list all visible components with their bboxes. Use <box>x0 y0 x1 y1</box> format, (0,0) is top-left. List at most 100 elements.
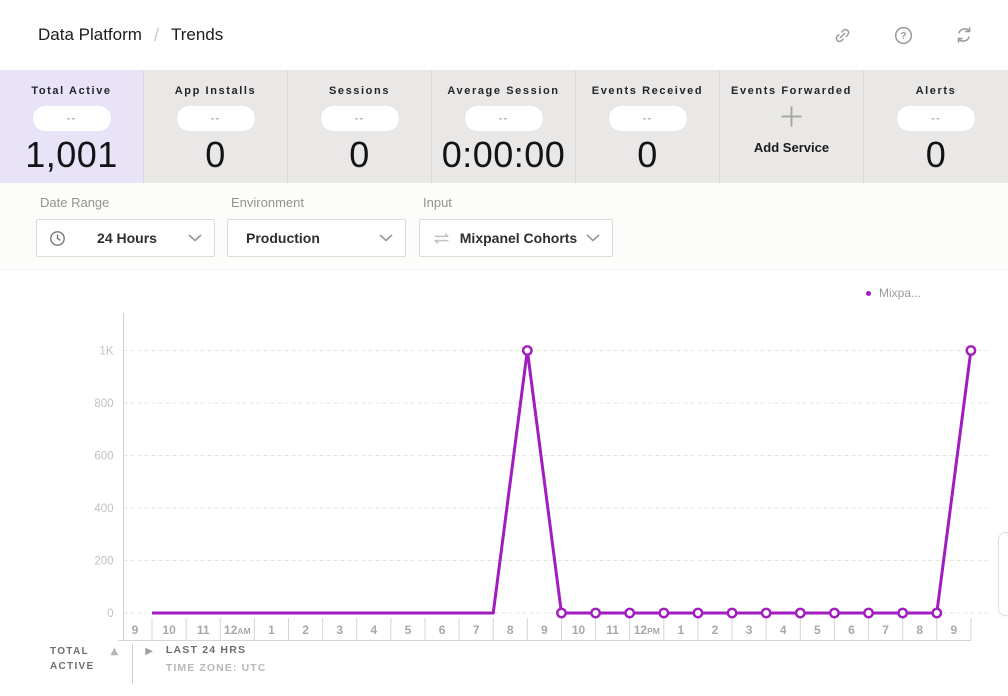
page-header: Data Platform / Trends ? <box>0 0 1008 70</box>
stat-label: Alerts <box>864 85 1008 97</box>
stat-delta-pill: -- <box>465 106 543 131</box>
date-range-dropdown[interactable]: 24 Hours <box>36 219 215 257</box>
svg-text:1: 1 <box>268 623 275 637</box>
help-icon[interactable]: ? <box>893 25 913 45</box>
chevron-down-icon <box>379 234 393 242</box>
svg-text:9: 9 <box>541 623 548 637</box>
filter-label: Environment <box>231 195 406 210</box>
stats-row: Total Active -- 1,001 App Installs -- 0 … <box>0 70 1008 183</box>
environment-dropdown[interactable]: Production <box>227 219 406 257</box>
share-link-icon[interactable] <box>832 25 852 45</box>
svg-text:1K: 1K <box>99 346 113 358</box>
header-actions: ? <box>832 25 974 45</box>
filter-input: Input Mixpanel Cohorts <box>419 195 613 257</box>
filter-label: Input <box>423 195 613 210</box>
breadcrumb-page: Trends <box>171 25 223 45</box>
stat-delta-pill: -- <box>177 106 255 131</box>
filter-date-range: Date Range 24 Hours <box>36 195 215 257</box>
stat-value: 0 <box>144 134 287 176</box>
svg-text:11: 11 <box>197 623 210 637</box>
svg-text:12AM: 12AM <box>224 623 251 637</box>
svg-text:2: 2 <box>712 623 719 637</box>
stat-value: 0 <box>576 134 719 176</box>
metric-name: TOTAL ACTIVE <box>50 644 94 674</box>
range-info: LAST 24 HRS TIME ZONE: UTC <box>166 644 267 674</box>
refresh-icon[interactable] <box>954 25 974 45</box>
stat-label: App Installs <box>144 85 287 97</box>
svg-text:600: 600 <box>94 451 113 463</box>
svg-text:6: 6 <box>439 623 446 637</box>
svg-text:5: 5 <box>405 623 412 637</box>
footer-divider <box>132 644 133 684</box>
stat-card-app-installs[interactable]: App Installs -- 0 <box>144 70 288 183</box>
filter-label: Date Range <box>40 195 215 210</box>
breadcrumb-separator: / <box>154 25 159 46</box>
svg-text:7: 7 <box>473 623 480 637</box>
svg-text:800: 800 <box>94 398 113 410</box>
stat-card-sessions[interactable]: Sessions -- 0 <box>288 70 432 183</box>
cut-off-side-panel <box>998 532 1008 616</box>
stat-value: 0 <box>864 134 1008 176</box>
svg-text:7: 7 <box>882 623 889 637</box>
svg-text:3: 3 <box>336 623 343 637</box>
svg-text:5: 5 <box>814 623 821 637</box>
stat-label: Sessions <box>288 85 431 97</box>
svg-text:8: 8 <box>507 623 514 637</box>
input-dropdown[interactable]: Mixpanel Cohorts <box>419 219 613 257</box>
svg-text:2: 2 <box>302 623 309 637</box>
stat-label: Events Received <box>576 85 719 97</box>
svg-text:0: 0 <box>107 608 113 620</box>
range-label: LAST 24 HRS <box>166 644 267 656</box>
stat-label: Events Forwarded <box>720 85 863 97</box>
date-range-value: 24 Hours <box>66 230 188 246</box>
svg-text:4: 4 <box>780 623 787 637</box>
sort-ascending-icon[interactable]: ▲ <box>110 646 118 657</box>
svg-text:200: 200 <box>94 556 113 568</box>
stat-value: 1,001 <box>0 134 143 176</box>
stat-delta-pill: -- <box>321 106 399 131</box>
stat-label: Total Active <box>0 85 143 97</box>
svg-text:12PM: 12PM <box>634 623 660 637</box>
app-root: Data Platform / Trends ? <box>0 0 1008 696</box>
svg-text:8: 8 <box>916 623 923 637</box>
chevron-down-icon <box>188 234 202 242</box>
chart-footer: TOTAL ACTIVE ▲ ▶ LAST 24 HRS TIME ZONE: … <box>50 644 266 684</box>
svg-text:400: 400 <box>94 503 113 515</box>
svg-text:1: 1 <box>678 623 685 637</box>
expand-row-icon[interactable]: ▶ <box>145 646 153 657</box>
stat-value: 0:00:00 <box>432 134 575 176</box>
stat-card-total-active[interactable]: Total Active -- 1,001 <box>0 70 144 183</box>
chevron-down-icon <box>586 234 600 242</box>
breadcrumb-section[interactable]: Data Platform <box>38 25 142 45</box>
filter-bar: Date Range 24 Hours Environment Producti… <box>0 183 1008 270</box>
stat-card-events-received[interactable]: Events Received -- 0 <box>576 70 720 183</box>
timezone-label: TIME ZONE: UTC <box>166 662 267 674</box>
svg-text:4: 4 <box>370 623 377 637</box>
stat-delta-pill: -- <box>33 106 111 131</box>
svg-text:6: 6 <box>848 623 855 637</box>
add-service-label: Add Service <box>720 140 863 155</box>
svg-text:?: ? <box>900 31 906 42</box>
svg-text:9: 9 <box>950 623 957 637</box>
svg-text:10: 10 <box>162 623 176 637</box>
clock-icon <box>49 230 66 247</box>
plus-icon <box>720 99 863 133</box>
stat-delta-pill: -- <box>609 106 687 131</box>
svg-text:3: 3 <box>746 623 753 637</box>
breadcrumb: Data Platform / Trends <box>38 25 223 46</box>
chart-section: Mixpa... 02004006008001K9101112AM1234567… <box>0 270 1008 696</box>
svg-text:11: 11 <box>606 623 619 637</box>
stat-label: Average Session <box>432 85 575 97</box>
stat-delta-pill: -- <box>897 106 975 131</box>
stat-card-alerts[interactable]: Alerts -- 0 <box>864 70 1008 183</box>
filter-environment: Environment Production <box>227 195 406 257</box>
trend-line-chart[interactable]: 0 200 400 600 800 1K 9 10 11 12AM 1 2 3 4 5 6 7 8 9 10 11 12P… <box>0 280 1008 696</box>
stat-value: 0 <box>288 134 431 176</box>
stat-card-average-session[interactable]: Average Session -- 0:00:00 <box>432 70 576 183</box>
environment-value: Production <box>240 230 379 246</box>
stat-card-events-forwarded-add-service[interactable]: Events Forwarded Add Service <box>720 70 864 183</box>
svg-text:9: 9 <box>132 623 139 637</box>
swap-arrows-icon <box>432 231 451 246</box>
svg-text:10: 10 <box>572 623 586 637</box>
input-value: Mixpanel Cohorts <box>451 230 586 246</box>
